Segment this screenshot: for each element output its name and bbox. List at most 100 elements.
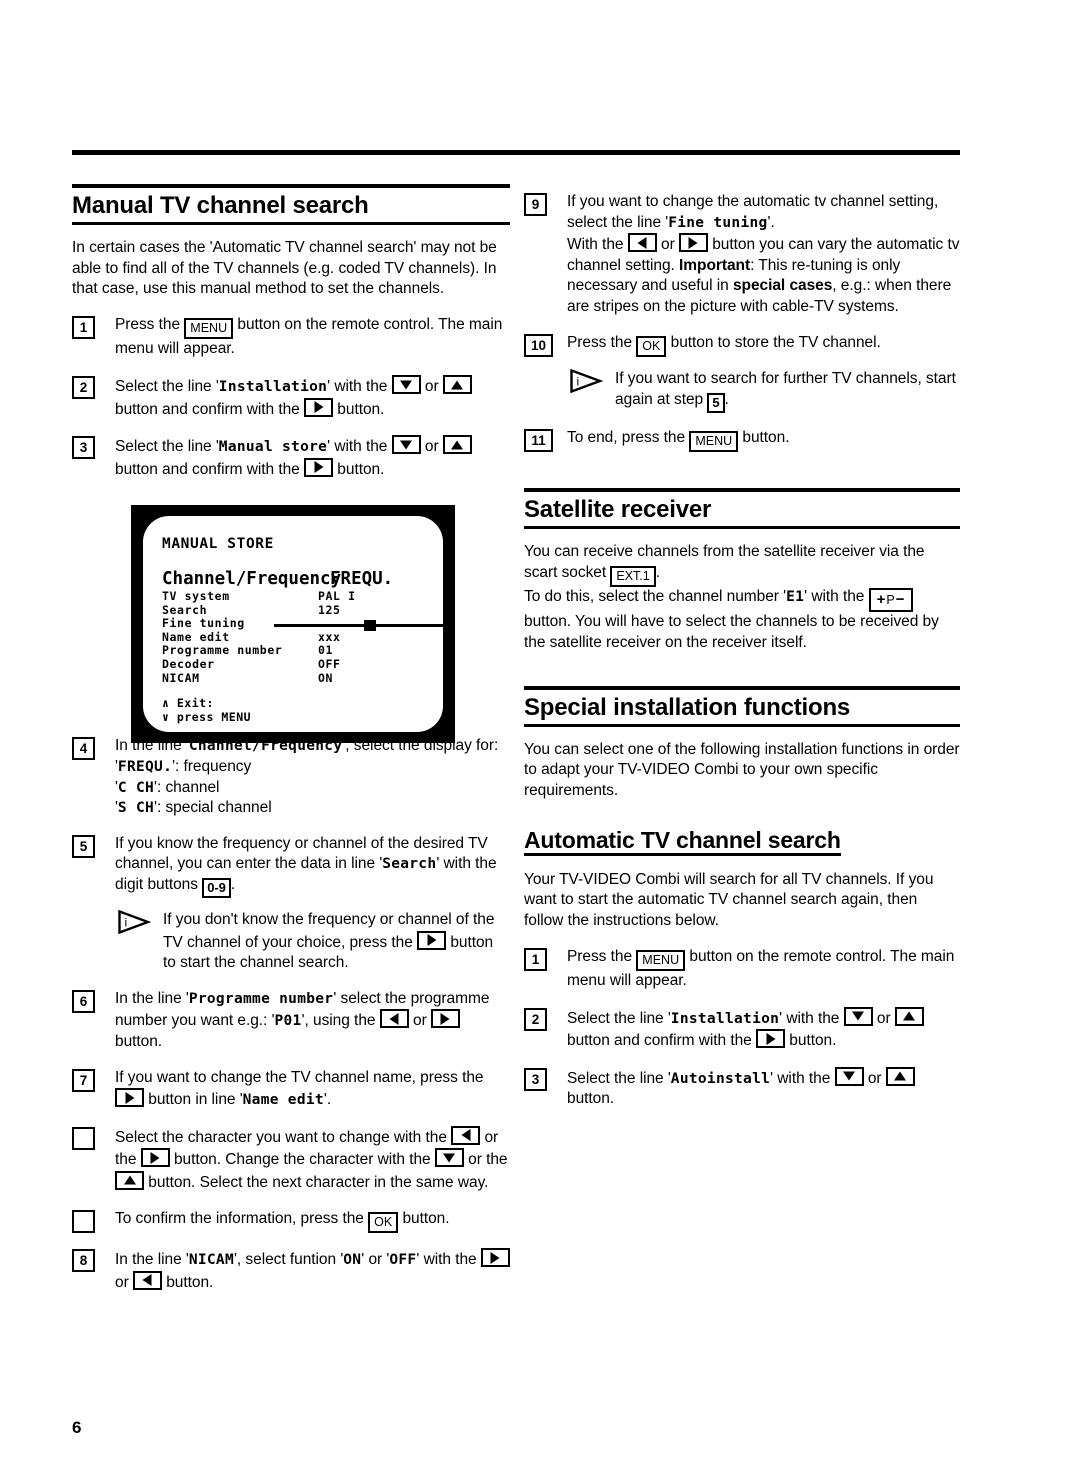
heading-rule-bottom bbox=[524, 526, 960, 530]
page-title: Manual TV channel search bbox=[72, 192, 369, 219]
step-text-4: ' with the bbox=[416, 1251, 477, 1269]
step-3: 3 Select the line 'Manual store' with th… bbox=[72, 435, 510, 480]
right-arrow-icon[interactable] bbox=[430, 1009, 460, 1029]
osd-row[interactable]: NICAM ON bbox=[162, 671, 435, 686]
step-number: 9 bbox=[524, 193, 547, 216]
step-text-2: ' with the bbox=[779, 1009, 840, 1027]
up-arrow-icon[interactable] bbox=[885, 1066, 915, 1086]
up-arrow-icon[interactable] bbox=[894, 1006, 924, 1026]
ok-key[interactable]: OK bbox=[368, 1211, 399, 1234]
step-text-3: ' or ' bbox=[361, 1251, 390, 1269]
left-arrow-icon[interactable] bbox=[627, 233, 657, 253]
program-plus-minus-key[interactable]: +P− bbox=[868, 588, 914, 613]
osd-main-row[interactable]: Channel/Frequency FREQU. bbox=[162, 569, 435, 589]
satellite-text-2: . bbox=[655, 563, 660, 581]
up-arrow-icon[interactable] bbox=[442, 375, 472, 395]
step-number: 1 bbox=[72, 315, 95, 339]
step-text-2: ', select funtion ' bbox=[234, 1251, 344, 1269]
right-arrow-icon[interactable] bbox=[756, 1029, 786, 1049]
osd-row[interactable]: Search 125 bbox=[162, 603, 435, 618]
right-arrow-icon[interactable] bbox=[417, 930, 447, 950]
heading-rule-top bbox=[72, 184, 510, 188]
menu-term: Installation bbox=[670, 1010, 780, 1027]
or-1: or bbox=[876, 1009, 891, 1027]
right-arrow-icon[interactable] bbox=[304, 397, 334, 417]
right-arrow-icon[interactable] bbox=[140, 1148, 170, 1168]
manual-page: Manual TV channel search In certain case… bbox=[0, 0, 1080, 1473]
right-arrow-icon[interactable] bbox=[480, 1248, 510, 1268]
menu-key[interactable]: MENU bbox=[636, 949, 686, 972]
osd-row-value: xxx bbox=[318, 629, 341, 644]
slider-knob[interactable] bbox=[364, 619, 376, 631]
left-arrow-icon[interactable] bbox=[379, 1009, 409, 1029]
step-number: 3 bbox=[524, 1067, 547, 1091]
special-functions-section: Special installation functions bbox=[524, 685, 960, 727]
osd-menu: MANUAL STORE Channel/Frequency FREQU. TV… bbox=[162, 536, 443, 726]
menu-key[interactable]: MENU bbox=[184, 317, 234, 340]
osd-row[interactable]: Programme number 01 bbox=[162, 644, 435, 658]
digit-keys[interactable]: 0-9 bbox=[202, 878, 231, 898]
osd-footer-line-1: ∧ Exit: bbox=[162, 696, 214, 710]
down-arrow-icon[interactable] bbox=[434, 1148, 464, 1168]
display-option-3: 'S CH': special channel bbox=[115, 799, 272, 817]
info-triangle-icon: i bbox=[117, 909, 152, 935]
up-arrow-icon[interactable] bbox=[115, 1170, 144, 1190]
satellite-text-5: button. You will have to select the chan… bbox=[524, 613, 939, 652]
step-text: Select the line ' bbox=[567, 1069, 671, 1087]
up-arrow-icon[interactable] bbox=[442, 435, 472, 455]
heading-rule-top bbox=[524, 685, 960, 690]
step-text-3: button and confirm with the bbox=[115, 400, 300, 418]
auto-search-heading: Automatic TV channel search bbox=[524, 827, 841, 856]
step-number: 5 bbox=[72, 834, 95, 858]
channel-e1: E1 bbox=[786, 589, 805, 606]
fine-tuning-slider[interactable] bbox=[274, 619, 443, 631]
manual-search-section: Manual TV channel search bbox=[72, 184, 510, 226]
step-number: 11 bbox=[524, 428, 553, 452]
left-arrow-icon[interactable] bbox=[132, 1270, 162, 1290]
special-functions-paragraph: You can select one of the following inst… bbox=[524, 740, 960, 799]
step-6: 6 In the line 'Programme number' select … bbox=[72, 989, 510, 1053]
osd-row-fine-tuning[interactable]: Fine tuning bbox=[162, 617, 443, 631]
osd-row[interactable]: TV system PAL I bbox=[162, 589, 435, 604]
step-empty-box bbox=[72, 1209, 95, 1233]
osd-row[interactable]: Name edit xxx bbox=[162, 629, 435, 645]
note-text-2: . bbox=[724, 390, 729, 408]
menu-term: Search bbox=[382, 856, 437, 873]
step-number: 6 bbox=[72, 989, 95, 1013]
satellite-paragraph: You can receive channels from the satell… bbox=[524, 542, 960, 653]
menu-term: Autoinstall bbox=[670, 1070, 771, 1087]
step-number: 2 bbox=[524, 1007, 547, 1031]
step-9: 9 If you want to change the automatic tv… bbox=[524, 192, 960, 318]
info-triangle-icon: i bbox=[569, 368, 604, 394]
display-option-2: 'C CH': channel bbox=[115, 778, 220, 796]
step-text-2: ' with the bbox=[770, 1069, 831, 1087]
step-11: 11 To end, press the MENU button. bbox=[524, 428, 960, 453]
osd-row[interactable]: Decoder OFF bbox=[162, 657, 435, 672]
display-option-1: 'FREQU.': frequency bbox=[115, 758, 252, 776]
osd-row-label: Name edit bbox=[162, 629, 230, 644]
step-text: In the line ' bbox=[115, 989, 189, 1007]
ok-key[interactable]: OK bbox=[636, 335, 667, 358]
osd-main-label: Channel/Frequency bbox=[162, 569, 342, 589]
down-arrow-icon[interactable] bbox=[391, 435, 421, 455]
menu-key[interactable]: MENU bbox=[689, 430, 739, 453]
left-arrow-icon[interactable] bbox=[451, 1125, 481, 1145]
ext1-socket-key[interactable]: EXT.1 bbox=[610, 565, 656, 588]
osd-footer-line-2: ∨ press MENU bbox=[162, 710, 252, 724]
step-text: In the line ' bbox=[115, 1251, 189, 1269]
step-text-3: button. bbox=[567, 1090, 615, 1108]
or-1: or bbox=[115, 1273, 129, 1291]
auto-step-1: 1 Press the MENU button on the remote co… bbox=[524, 947, 960, 992]
or-1: or bbox=[867, 1069, 882, 1087]
right-arrow-icon[interactable] bbox=[304, 457, 334, 477]
down-arrow-icon[interactable] bbox=[391, 375, 421, 395]
step-text-5: button. bbox=[166, 1273, 214, 1291]
right-arrow-icon[interactable] bbox=[678, 233, 708, 253]
right-arrow-icon[interactable] bbox=[115, 1088, 144, 1108]
down-arrow-icon[interactable] bbox=[834, 1066, 864, 1086]
programme-value: P01 bbox=[274, 1013, 302, 1030]
option-label: : channel bbox=[156, 778, 220, 796]
menu-term: NICAM bbox=[188, 1252, 234, 1269]
step-empty-box bbox=[72, 1126, 95, 1150]
down-arrow-icon[interactable] bbox=[843, 1006, 873, 1026]
